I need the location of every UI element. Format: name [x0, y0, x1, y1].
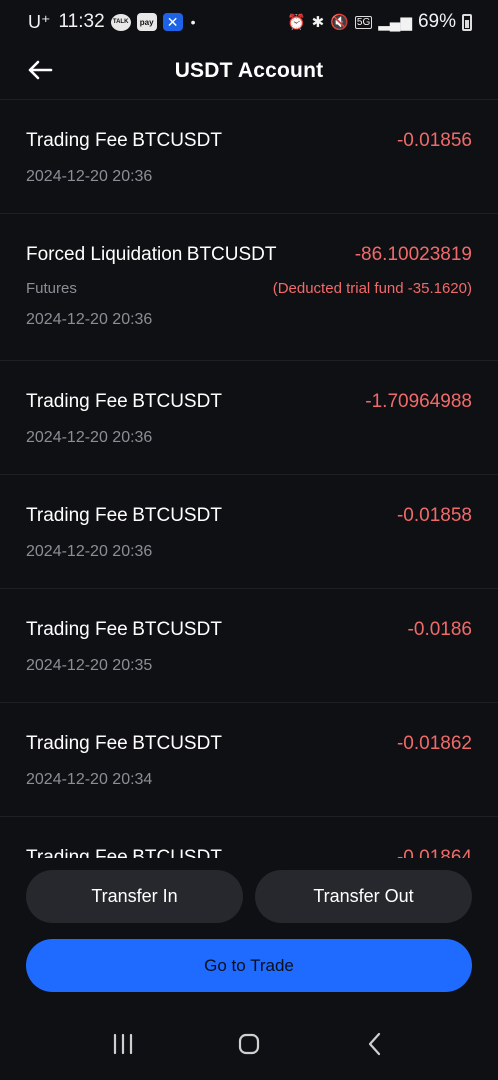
home-icon	[238, 1033, 260, 1055]
list-item[interactable]: Trading Fee BTCUSDT -0.01862 2024-12-20 …	[0, 703, 498, 817]
list-item[interactable]: Trading Fee BTCUSDT -0.0186 2024-12-20 2…	[0, 589, 498, 703]
transaction-title: Trading Fee BTCUSDT	[26, 847, 222, 858]
carrier-label: U⁺	[28, 11, 51, 32]
transaction-time: 2024-12-20 20:36	[26, 168, 153, 185]
transaction-amount: -0.01864	[396, 847, 472, 858]
clock: 11:32	[58, 11, 105, 32]
transfer-in-button[interactable]: Transfer In	[26, 870, 243, 923]
notification-dot-icon: •	[190, 14, 196, 30]
list-item[interactable]: Trading Fee BTCUSDT -1.70964988 2024-12-…	[0, 361, 498, 475]
transaction-amount: -0.01862	[396, 733, 472, 754]
transaction-note: (Deducted trial fund -35.1620)	[272, 280, 472, 297]
transaction-title: Trading Fee BTCUSDT	[26, 619, 222, 640]
status-left: U⁺ 11:32 TALK pay ✕ •	[28, 11, 196, 33]
transaction-title: Trading Fee BTCUSDT	[26, 505, 222, 526]
recent-apps-button[interactable]	[103, 1024, 143, 1064]
transaction-list[interactable]: Trading Fee BTCUSDT -0.01856 2024-12-20 …	[0, 99, 498, 858]
transaction-time: 2024-12-20 20:36	[26, 543, 153, 560]
bluetooth-icon: ✱	[311, 14, 325, 31]
arrow-left-icon	[28, 60, 53, 80]
go-to-trade-button[interactable]: Go to Trade	[26, 939, 472, 992]
transfer-out-button[interactable]: Transfer Out	[255, 870, 472, 923]
battery-icon	[462, 13, 472, 31]
recent-apps-icon	[113, 1033, 133, 1055]
transaction-title: Trading Fee BTCUSDT	[26, 130, 222, 151]
mute-icon: 🔇	[330, 14, 349, 31]
transaction-amount: -0.01856	[396, 130, 472, 151]
alarm-icon: ⏰	[286, 14, 306, 31]
transaction-amount: -1.70964988	[365, 391, 472, 412]
list-item[interactable]: Trading Fee BTCUSDT -0.01856 2024-12-20 …	[0, 100, 498, 214]
transaction-time: 2024-12-20 20:36	[26, 429, 153, 446]
transaction-amount: -0.0186	[407, 619, 472, 640]
transaction-title: Forced Liquidation BTCUSDT	[26, 244, 277, 265]
transaction-time: 2024-12-20 20:36	[26, 311, 153, 328]
pay-icon: pay	[136, 13, 157, 31]
transaction-amount: -0.01858	[396, 505, 472, 526]
page-title: USDT Account	[174, 59, 324, 82]
network-label: 5G	[354, 15, 373, 29]
transaction-title: Trading Fee BTCUSDT	[26, 391, 222, 412]
app-x-icon: ✕	[162, 13, 183, 31]
list-item[interactable]: Forced Liquidation BTCUSDT -86.10023819 …	[0, 214, 498, 361]
kakaotalk-icon: TALK	[110, 13, 131, 31]
list-item[interactable]: Trading Fee BTCUSDT -0.01858 2024-12-20 …	[0, 475, 498, 589]
transfer-button-row: Transfer In Transfer Out	[26, 870, 472, 923]
action-panel: Transfer In Transfer Out Go to Trade	[0, 858, 498, 1008]
transaction-time: 2024-12-20 20:35	[26, 657, 153, 674]
back-button[interactable]	[24, 54, 56, 86]
status-right: ⏰ ✱ 🔇 5G ▂▄▆ 69%	[287, 11, 472, 33]
system-nav-bar	[0, 1008, 498, 1080]
battery-percent: 69%	[417, 11, 456, 32]
transaction-amount: -86.10023819	[354, 244, 472, 265]
transaction-category: Futures	[26, 280, 77, 297]
transaction-time: 2024-12-20 20:34	[26, 771, 153, 788]
list-item[interactable]: Trading Fee BTCUSDT -0.01864	[0, 817, 498, 858]
home-button[interactable]	[229, 1024, 269, 1064]
status-bar: U⁺ 11:32 TALK pay ✕ • ⏰ ✱ 🔇 5G ▂▄▆ 69%	[0, 0, 498, 44]
transaction-title: Trading Fee BTCUSDT	[26, 733, 222, 754]
signal-icon: ▂▄▆	[378, 14, 412, 31]
chevron-left-icon	[368, 1032, 381, 1056]
app-header: USDT Account	[0, 44, 498, 98]
back-nav-button[interactable]	[355, 1024, 395, 1064]
